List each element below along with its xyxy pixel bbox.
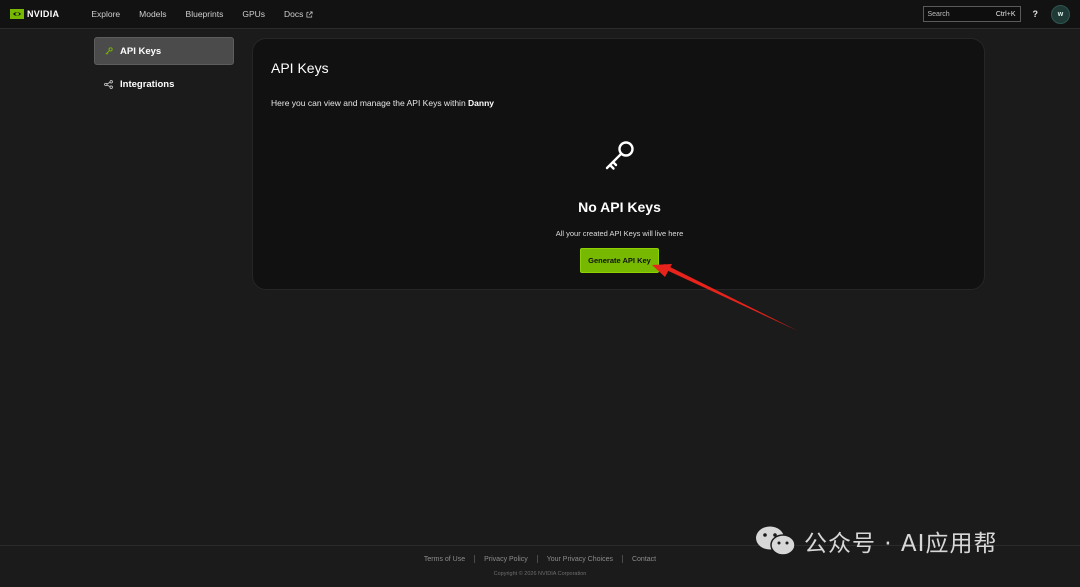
sidebar: API Keys Integrations bbox=[94, 37, 234, 103]
footer-link-contact[interactable]: Contact bbox=[623, 556, 665, 563]
search-placeholder: Search bbox=[927, 10, 950, 18]
brand-name: NVIDIA bbox=[27, 9, 60, 19]
help-button[interactable]: ? bbox=[1033, 9, 1039, 19]
footer-link-privacy-choices[interactable]: Your Privacy Choices bbox=[538, 556, 622, 563]
wechat-icon bbox=[756, 526, 796, 556]
top-nav-bar: NVIDIA Explore Models Blueprints GPUs Do… bbox=[0, 0, 1080, 29]
nav-docs-label: Docs bbox=[284, 9, 304, 19]
nav-blueprints[interactable]: Blueprints bbox=[186, 9, 224, 19]
nav-gpus-label: GPUs bbox=[242, 9, 266, 19]
external-link-icon bbox=[306, 10, 313, 18]
nav-models[interactable]: Models bbox=[139, 9, 166, 19]
nav-blueprints-label: Blueprints bbox=[185, 9, 224, 19]
key-icon bbox=[603, 139, 637, 178]
footer-link-privacy[interactable]: Privacy Policy bbox=[475, 556, 537, 563]
sidebar-item-label: API Keys bbox=[120, 45, 162, 57]
nav-gpus[interactable]: GPUs bbox=[242, 9, 265, 19]
key-icon bbox=[105, 47, 113, 55]
nav-explore-label: Explore bbox=[91, 9, 121, 19]
page-description: Here you can view and manage the API Key… bbox=[271, 98, 494, 108]
copyright: Copyright © 2026 NVIDIA Corporation bbox=[493, 571, 587, 577]
watermark-text: 公众号 · AI应用帮 bbox=[804, 531, 998, 557]
empty-state-subtitle: All your created API Keys will live here bbox=[555, 229, 684, 238]
description-text: Here you can view and manage the API Key… bbox=[271, 98, 469, 108]
nvidia-logo[interactable]: NVIDIA bbox=[10, 9, 59, 19]
sidebar-item-api-keys[interactable]: API Keys bbox=[94, 37, 234, 65]
page-title: API Keys bbox=[271, 60, 329, 76]
avatar[interactable]: w bbox=[1051, 4, 1070, 24]
search-input[interactable]: Search Ctrl+K bbox=[922, 6, 1021, 22]
search-shortcut: Ctrl+K bbox=[995, 10, 1016, 18]
empty-state: No API Keys All your created API Keys wi… bbox=[253, 139, 986, 273]
generate-api-key-button[interactable]: Generate API Key bbox=[580, 248, 659, 273]
topbar-right: Search Ctrl+K ? w bbox=[922, 4, 1070, 24]
nvidia-eye-icon bbox=[10, 9, 24, 19]
watermark: 公众号 · AI应用帮 bbox=[754, 524, 997, 558]
nav-models-label: Models bbox=[139, 9, 167, 19]
nav-explore[interactable]: Explore bbox=[91, 9, 120, 19]
integrations-icon bbox=[104, 79, 113, 89]
org-name: Danny bbox=[468, 98, 495, 108]
main-nav: Explore Models Blueprints GPUs Docs bbox=[91, 9, 332, 19]
sidebar-item-integrations[interactable]: Integrations bbox=[94, 70, 234, 98]
nav-docs[interactable]: Docs bbox=[284, 9, 313, 19]
empty-state-title: No API Keys bbox=[578, 199, 661, 215]
sidebar-item-label: Integrations bbox=[120, 78, 175, 90]
footer-link-terms[interactable]: Terms of Use bbox=[415, 556, 474, 563]
api-keys-card: API Keys Here you can view and manage th… bbox=[252, 38, 985, 290]
